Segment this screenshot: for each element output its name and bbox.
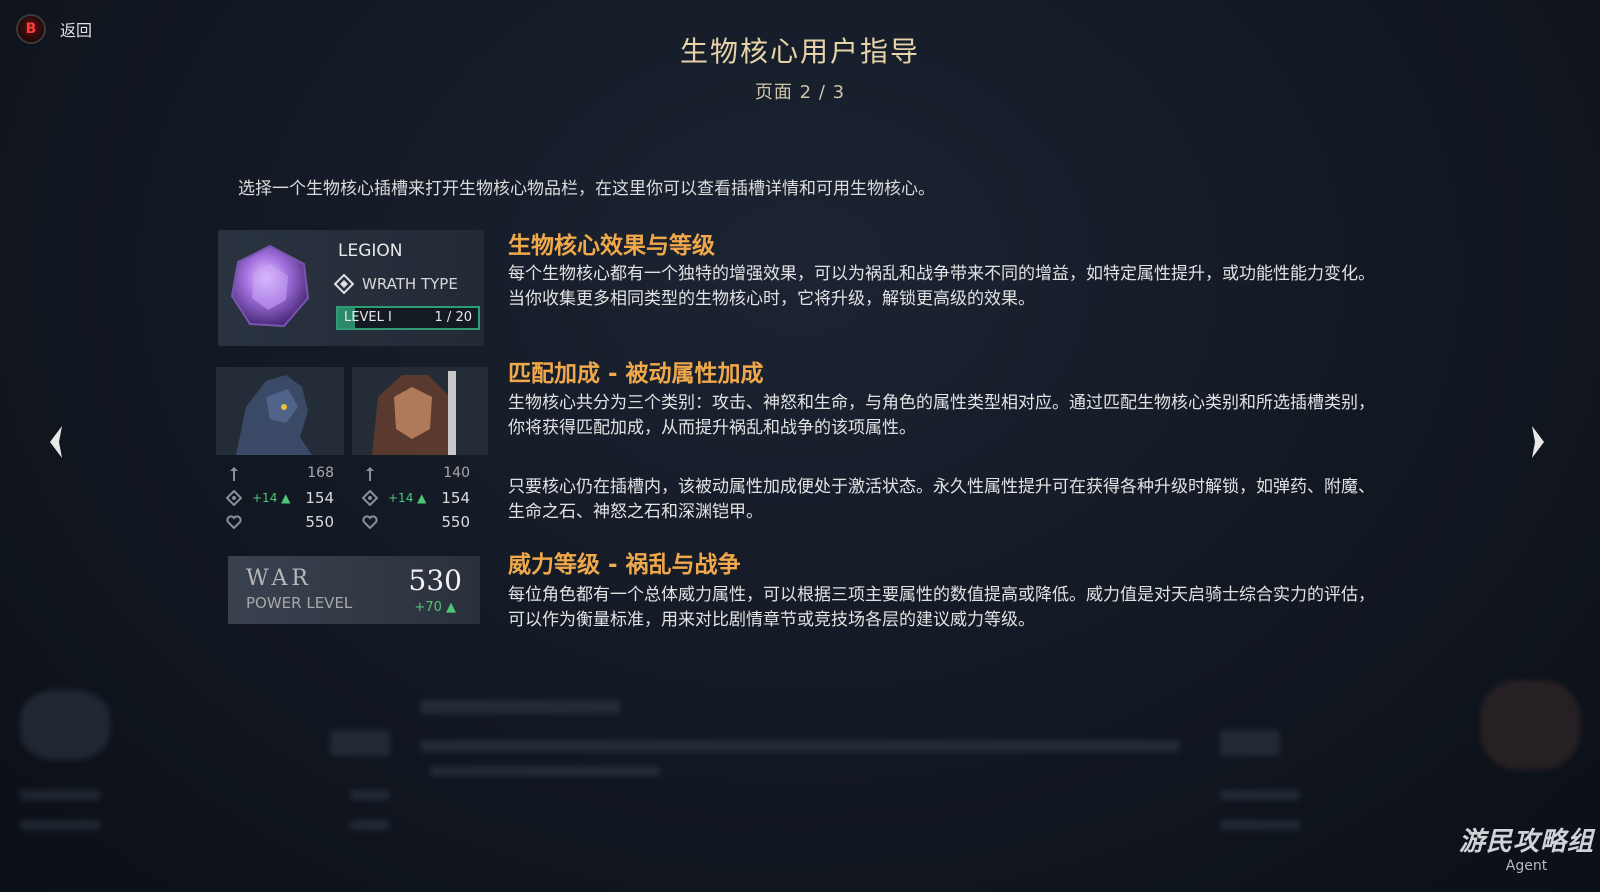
stat-value: 550 xyxy=(441,513,470,531)
power-level-bonus: +70 ▲ xyxy=(414,600,456,615)
stat-row: 168 xyxy=(216,463,344,487)
stat-row: 550 xyxy=(216,511,344,535)
background-menu xyxy=(0,680,1600,892)
core-card: LEGION WRATH TYPE LEVEL I 1 / 20 xyxy=(218,230,484,346)
strength-icon xyxy=(230,467,238,481)
stat-value: 550 xyxy=(305,513,334,531)
section-title-match: 匹配加成 - 被动属性加成 xyxy=(508,361,764,387)
section-text-effects: 每个生物核心都有一个独特的增强效果，可以为祸乱和战争带来不同的增益，如特定属性提… xyxy=(508,264,1375,309)
power-level-value: 530 xyxy=(408,564,462,597)
character-name: WAR xyxy=(246,566,312,591)
core-level-count: 1 / 20 xyxy=(434,310,472,325)
war-portrait-image xyxy=(352,367,488,455)
section-title-power: 威力等级 - 祸乱与战争 xyxy=(508,552,741,578)
arcane-icon xyxy=(226,490,242,506)
core-level-bar: LEVEL I 1 / 20 xyxy=(336,306,480,330)
prev-page-button[interactable] xyxy=(42,422,72,462)
power-level-label: POWER LEVEL xyxy=(246,594,353,612)
watermark-logo: 游民攻略组 Agent xyxy=(1459,821,1594,874)
strife-portrait xyxy=(216,367,344,455)
chevron-right-icon xyxy=(1532,426,1544,458)
stat-row: +14 ▲ 154 xyxy=(352,487,480,511)
stat-value: 168 xyxy=(307,465,334,481)
core-type-label: WRATH TYPE xyxy=(362,275,458,293)
health-icon xyxy=(362,515,378,530)
watermark-sub: Agent xyxy=(1505,858,1548,874)
strength-icon xyxy=(366,467,374,481)
health-icon xyxy=(226,515,242,530)
stat-row: 550 xyxy=(352,511,480,535)
core-name: LEGION xyxy=(338,241,403,261)
next-page-button[interactable] xyxy=(1522,422,1552,462)
match-bonus-card: 168 +14 ▲ 154 550 140 +14 ▲ 154 550 xyxy=(216,367,488,539)
section-text-match-1: 生物核心共分为三个类别：攻击、神怒和生命，与角色的属性类型相对应。通过匹配生物核… xyxy=(508,393,1375,438)
bio-core-gem-icon xyxy=(230,244,310,328)
wrath-type-icon xyxy=(334,274,354,294)
arcane-icon xyxy=(362,490,378,506)
stat-value: 140 xyxy=(443,465,470,481)
section-text-power: 每位角色都有一个总体威力属性，可以根据三项主要属性的数值提高或降低。威力值是对天… xyxy=(508,585,1375,630)
stat-row: +14 ▲ 154 xyxy=(216,487,344,511)
watermark-main: 游民攻略组 xyxy=(1458,827,1594,857)
strife-stats: 168 +14 ▲ 154 550 xyxy=(216,463,344,535)
power-level-card: WAR POWER LEVEL 530 +70 ▲ xyxy=(228,556,480,624)
section-title-effects: 生物核心效果与等级 xyxy=(508,233,715,259)
war-stats: 140 +14 ▲ 154 550 xyxy=(352,463,480,535)
core-level-label: LEVEL I xyxy=(344,310,392,325)
page-indicator: 页面 2 / 3 xyxy=(754,82,846,103)
stat-value: 154 xyxy=(305,489,334,507)
chevron-left-icon xyxy=(50,426,62,458)
stat-bonus: +14 ▲ xyxy=(388,491,427,505)
stat-bonus: +14 ▲ xyxy=(252,491,291,505)
page-title: 生物核心用户指导 xyxy=(679,35,920,68)
core-type: WRATH TYPE xyxy=(334,274,458,294)
intro-text: 选择一个生物核心插槽来打开生物核心物品栏，在这里你可以查看插槽详情和可用生物核心… xyxy=(238,179,935,199)
stat-value: 154 xyxy=(441,489,470,507)
stat-row: 140 xyxy=(352,463,480,487)
war-portrait xyxy=(352,367,488,455)
strife-portrait-image xyxy=(216,367,344,455)
section-text-match-2: 只要核心仍在插槽内，该被动属性加成便处于激活状态。永久性属性提升可在获得各种升级… xyxy=(508,477,1375,522)
